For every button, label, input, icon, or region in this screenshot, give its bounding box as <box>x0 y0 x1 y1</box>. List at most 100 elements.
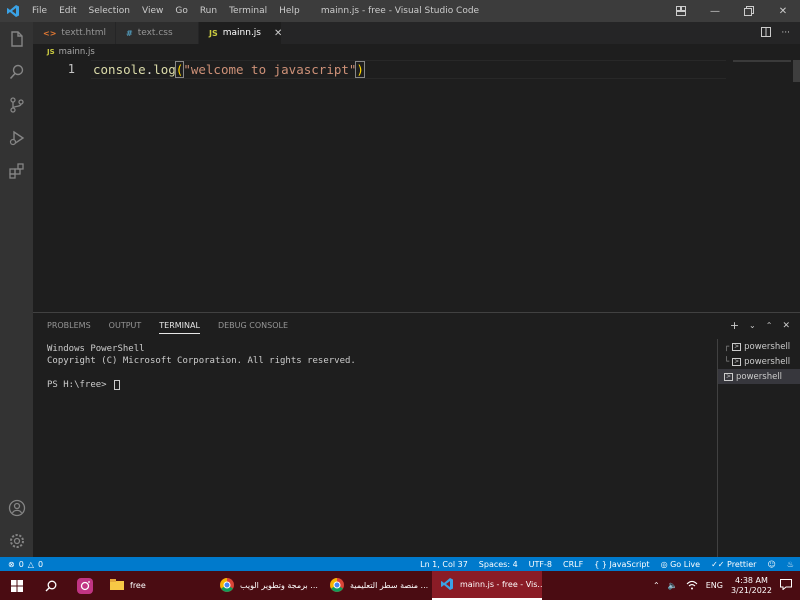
tab-label: textt.html <box>61 28 107 38</box>
menu-edit[interactable]: Edit <box>53 0 82 22</box>
new-terminal-icon[interactable]: + <box>730 319 739 333</box>
indentation[interactable]: Spaces: 4 <box>479 560 518 569</box>
menu-selection[interactable]: Selection <box>83 0 136 22</box>
terminal-name: powershell <box>736 371 783 382</box>
text-cursor <box>363 63 365 78</box>
css-file-icon: # <box>126 28 133 38</box>
menu-run[interactable]: Run <box>194 0 223 22</box>
taskbar-app-explorer[interactable]: free <box>102 571 212 600</box>
layout-icon[interactable] <box>664 0 698 22</box>
search-icon[interactable] <box>0 55 33 88</box>
cursor-position[interactable]: Ln 1, Col 37 <box>420 560 468 569</box>
menu-go[interactable]: Go <box>169 0 193 22</box>
menu-view[interactable]: View <box>136 0 169 22</box>
more-actions-icon[interactable]: ··· <box>781 28 790 38</box>
menu-help[interactable]: Help <box>273 0 306 22</box>
language-label: JavaScript <box>609 559 650 569</box>
minimap[interactable] <box>733 60 791 62</box>
language-mode[interactable]: { } JavaScript <box>594 560 649 569</box>
terminal-instance[interactable]: ┌ > powershell <box>718 339 800 354</box>
tab-label: text.css <box>137 28 173 38</box>
tab-problems[interactable]: PROBLEMS <box>47 321 91 334</box>
wifi-icon[interactable] <box>686 580 698 592</box>
close-panel-icon[interactable]: ✕ <box>782 319 790 333</box>
menu-terminal[interactable]: Terminal <box>223 0 273 22</box>
extensions-icon[interactable] <box>0 154 33 187</box>
js-file-icon: JS <box>209 28 218 38</box>
end-of-line[interactable]: CRLF <box>563 560 583 569</box>
breadcrumb-file[interactable]: mainn.js <box>59 47 95 57</box>
encoding[interactable]: UTF-8 <box>529 560 552 569</box>
tab-output[interactable]: OUTPUT <box>109 321 142 334</box>
terminal-instance[interactable]: > powershell <box>718 369 800 384</box>
vscode-icon <box>440 577 454 593</box>
check-icon: ✓✓ <box>711 559 725 569</box>
editor-scrollbar[interactable] <box>793 60 800 82</box>
clock-time: 4:38 AM <box>735 575 768 585</box>
split-editor-icon[interactable] <box>761 26 772 40</box>
terminal-line: Copyright (C) Microsoft Corporation. All… <box>47 356 356 366</box>
run-debug-icon[interactable] <box>0 121 33 154</box>
instagram-icon[interactable] <box>68 571 102 600</box>
taskbar-app-label: mainn.js - free - Vis... <box>460 580 542 589</box>
line-number: 1 <box>67 62 75 76</box>
tab-mainn-js[interactable]: JS mainn.js ✕ <box>199 22 282 44</box>
taskbar-search-icon[interactable] <box>34 571 68 600</box>
problems-status[interactable]: ⊗ 0 △ 0 <box>0 560 43 569</box>
terminal-output[interactable]: Windows PowerShell Copyright (C) Microsof… <box>47 343 356 391</box>
source-control-icon[interactable] <box>0 88 33 121</box>
close-button[interactable]: ✕ <box>766 0 800 22</box>
activity-bar <box>0 22 33 557</box>
explorer-icon[interactable] <box>0 22 33 55</box>
feedback-icon[interactable]: ☺ <box>767 560 775 569</box>
language-indicator[interactable]: ENG <box>706 581 723 590</box>
braces-icon: { } <box>594 559 607 569</box>
bottom-panel: PROBLEMS OUTPUT TERMINAL DEBUG CONSOLE +… <box>33 312 800 558</box>
terminal-name: powershell <box>744 356 791 367</box>
menu-file[interactable]: File <box>26 0 53 22</box>
title-bar: File Edit Selection View Go Run Terminal… <box>0 0 800 22</box>
windows-start-icon[interactable] <box>0 571 34 600</box>
go-live-label: Go Live <box>670 559 701 569</box>
editor-tab-bar: <> textt.html # text.css JS mainn.js ✕ ·… <box>33 22 800 44</box>
notifications-bell-icon[interactable]: ♨ <box>787 560 794 569</box>
taskbar-app-label: برمجة وتطوير الويب ... <box>240 581 318 590</box>
accounts-icon[interactable] <box>0 491 33 524</box>
system-tray: ⌃ 🔈 ENG 4:38 AM 3/21/2022 <box>653 571 800 600</box>
js-file-icon: JS <box>47 48 55 56</box>
code-line[interactable]: console.log("welcome to javascript") <box>93 61 365 78</box>
go-live-button[interactable]: ◎ Go Live <box>661 560 701 569</box>
maximize-panel-icon[interactable]: ⌃ <box>766 319 773 333</box>
warning-count: 0 <box>37 559 44 569</box>
settings-gear-icon[interactable] <box>0 524 33 557</box>
taskbar-app-vscode[interactable]: mainn.js - free - Vis... <box>432 571 542 600</box>
taskbar-app-chrome-1[interactable]: برمجة وتطوير الويب ... <box>212 571 322 600</box>
code-editor[interactable]: 1 console.log("welcome to javascript") <box>33 60 800 312</box>
tab-debug-console[interactable]: DEBUG CONSOLE <box>218 321 288 334</box>
taskbar-app-chrome-2[interactable]: منصة سطر التعليمية ... <box>322 571 432 600</box>
tab-textt-html[interactable]: <> textt.html <box>33 22 116 44</box>
terminal-instance[interactable]: └ > powershell <box>718 354 800 369</box>
chrome-icon <box>220 577 234 594</box>
clock[interactable]: 4:38 AM 3/21/2022 <box>731 576 772 596</box>
notification-center-icon[interactable] <box>780 579 792 592</box>
minimize-button[interactable]: — <box>698 0 732 22</box>
code-close-paren: ) <box>355 61 365 78</box>
prettier-button[interactable]: ✓✓ Prettier <box>711 560 756 569</box>
html-file-icon: <> <box>43 28 57 38</box>
terminal-icon: > <box>724 372 733 381</box>
windows-taskbar: free برمجة وتطوير الويب ... منصة سطر الت… <box>0 571 800 600</box>
terminal-icon: > <box>732 342 742 351</box>
terminal-prompt: PS H:\free> <box>47 380 113 390</box>
code-function: log <box>153 62 176 77</box>
chevron-down-icon[interactable]: ⌄ <box>749 319 756 333</box>
tab-text-css[interactable]: # text.css <box>116 22 199 44</box>
vscode-logo-icon <box>0 0 26 22</box>
code-string: "welcome to javascript" <box>183 62 357 77</box>
close-tab-icon[interactable]: ✕ <box>274 28 282 39</box>
show-hidden-icons-icon[interactable]: ⌃ <box>653 581 660 590</box>
tab-terminal[interactable]: TERMINAL <box>159 321 200 334</box>
volume-icon[interactable]: 🔈 <box>668 581 678 590</box>
folder-icon <box>110 579 124 592</box>
restore-button[interactable] <box>732 0 766 22</box>
